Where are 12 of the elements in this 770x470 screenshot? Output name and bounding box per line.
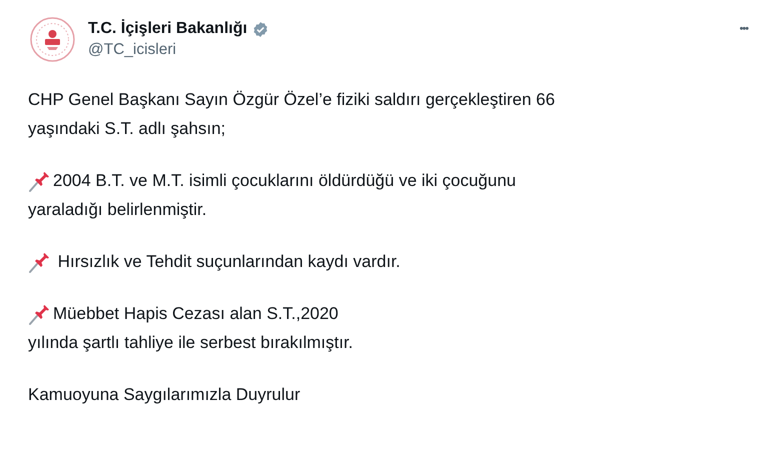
tweet-text-line: CHP Genel Başkanı Sayın Özgür Özel’e fiziki saldırı gerçekleştiren 66 <box>28 89 555 111</box>
tweet-text-line: Kamuoyuna Saygılarımızla Duyrulur <box>28 384 300 406</box>
tweet-text-line: Hırsızlık ve Tehdit suçunlarından kaydı vardır. <box>56 251 400 273</box>
tweet-text-line: yılında şartlı tahliye ile serbest bırakılmıştır. <box>28 332 354 354</box>
account-name[interactable]: T.C. İçişleri Bakanlığı <box>88 20 248 38</box>
emblem-icon[interactable] <box>30 17 75 62</box>
tweet-text-line: 2004 B.T. ve M.T. isimli çocuklarını öldürdüğü ve iki çocuğunu <box>53 170 516 192</box>
tweet-text-line: Müebbet Hapis Cezası alan S.T.,2020 <box>53 303 338 325</box>
tweet-text-line: yaşındaki S.T. adlı şahsın; <box>28 118 226 140</box>
more-button[interactable]: ••• <box>731 18 756 38</box>
account-handle[interactable]: @TC_icisleri <box>88 41 718 59</box>
tweet-text-line: yaraladığı belirlenmiştir. <box>28 199 207 221</box>
